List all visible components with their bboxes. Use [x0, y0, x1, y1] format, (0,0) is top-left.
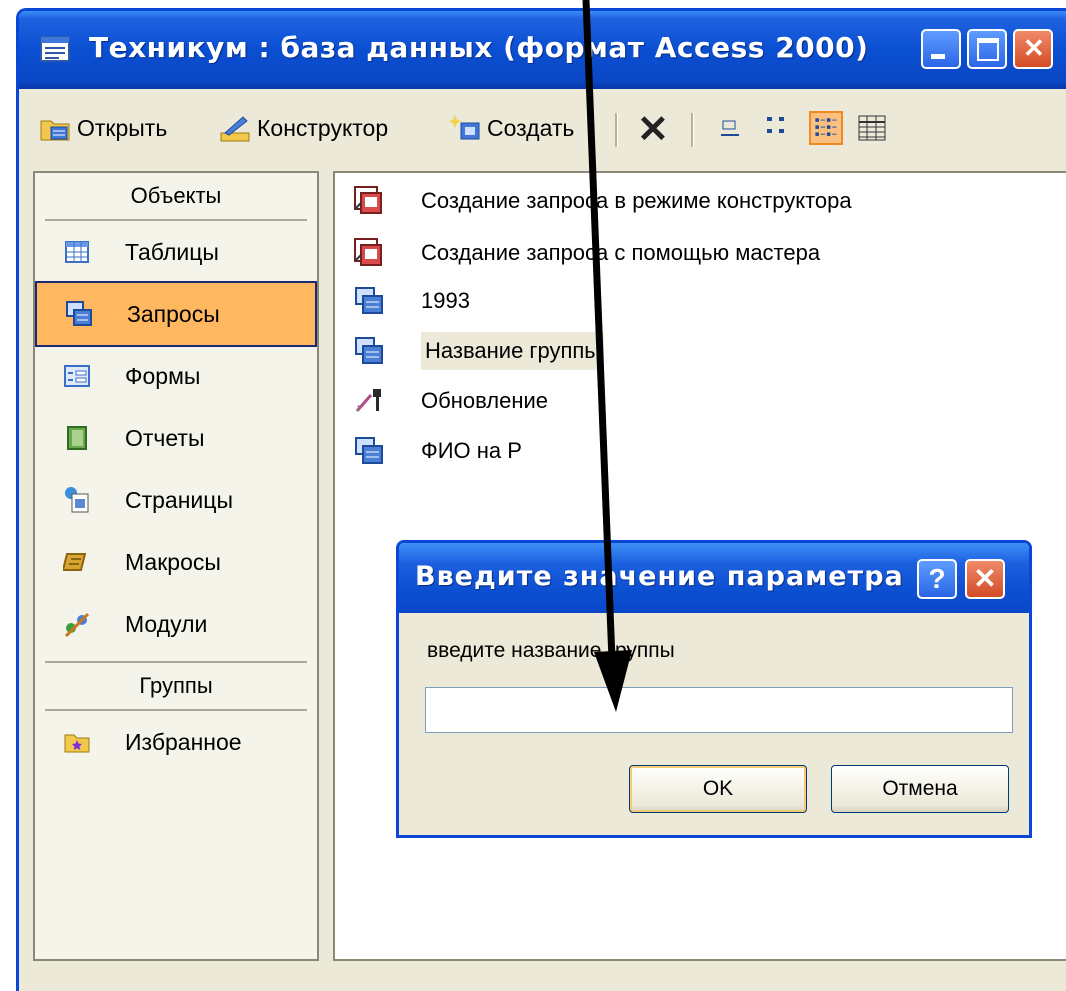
list-view-icon[interactable]	[809, 111, 843, 145]
favorites-folder-icon	[64, 734, 90, 753]
minimize-button[interactable]	[921, 29, 961, 69]
macro-icon	[63, 553, 87, 571]
design-button[interactable]: Конструктор	[219, 113, 388, 143]
toolbar-separator	[691, 113, 694, 147]
sidebar-item-queries[interactable]: Запросы	[35, 281, 317, 347]
maximize-button[interactable]	[967, 29, 1007, 69]
query-icon	[66, 301, 92, 326]
sidebar-item-label: Запросы	[127, 300, 220, 327]
list-item-create-wizard[interactable]: Создание запроса с помощью мастера	[353, 229, 820, 277]
sidebar-item-label: Отчеты	[125, 424, 205, 451]
sidebar-item-label: Избранное	[125, 728, 242, 755]
select-query-icon	[355, 437, 383, 464]
form-icon	[64, 365, 90, 387]
close-window-button[interactable]	[1013, 29, 1053, 69]
dialog-titlebar[interactable]: Введите значение параметра ? ✕	[399, 543, 1029, 613]
dialog-close-button[interactable]: ✕	[965, 559, 1005, 599]
parameter-prompt: введите название группы	[427, 639, 675, 662]
sidebar-item-label: Макросы	[125, 548, 221, 575]
wizard-shortcut-icon	[354, 186, 382, 214]
page-icon	[65, 487, 89, 513]
sidebar-item-macros[interactable]: Макросы	[35, 531, 317, 593]
table-icon	[65, 241, 89, 263]
objects-bar: Объекты Таблицы Запросы Формы Отчеты Стр…	[33, 171, 319, 961]
window-titlebar[interactable]: Техникум : база данных (формат Access 20…	[19, 11, 1066, 89]
design-icon	[220, 116, 250, 142]
create-label: Создать	[487, 114, 575, 141]
list-item-label: ФИО на Р	[421, 438, 522, 463]
select-query-icon	[355, 337, 383, 364]
small-icons-view-icon[interactable]	[761, 111, 795, 145]
report-icon	[67, 426, 87, 450]
parameter-input[interactable]	[425, 687, 1013, 733]
objects-header[interactable]: Объекты	[45, 173, 307, 221]
open-button[interactable]: Открыть	[39, 113, 167, 143]
cancel-button[interactable]: Отмена	[831, 765, 1009, 813]
create-button[interactable]: Создать	[449, 113, 574, 143]
list-item-label: Название группы	[421, 332, 605, 370]
sidebar-item-label: Модули	[125, 610, 208, 637]
sidebar-item-label: Страницы	[125, 486, 233, 513]
parameter-dialog: Введите значение параметра ? ✕ введите н…	[396, 540, 1032, 838]
window-title: Техникум : база данных (формат Access 20…	[89, 31, 869, 64]
sidebar-item-modules[interactable]: Модули	[35, 593, 317, 655]
database-window-icon	[40, 36, 70, 62]
toolbar-separator	[615, 113, 618, 147]
details-view-icon[interactable]	[855, 111, 889, 145]
dialog-title: Введите значение параметра	[415, 561, 904, 592]
open-icon	[40, 120, 70, 141]
list-item-query-update[interactable]: Обновление	[353, 377, 548, 425]
list-item-label: Создание запроса в режиме конструктора	[421, 188, 852, 213]
large-icons-view-icon[interactable]	[713, 111, 747, 145]
sidebar-item-label: Таблицы	[125, 238, 219, 265]
database-window: Техникум : база данных (формат Access 20…	[16, 8, 1066, 991]
sidebar-item-reports[interactable]: Отчеты	[35, 407, 317, 469]
list-item-query-group-name[interactable]: Название группы	[353, 327, 605, 375]
list-item-label: 1993	[421, 288, 470, 313]
ok-button[interactable]: OK	[629, 765, 807, 813]
help-button[interactable]: ?	[917, 559, 957, 599]
delete-x-icon[interactable]: ✕	[637, 107, 669, 152]
update-query-icon	[355, 389, 381, 412]
design-label: Конструктор	[257, 114, 389, 141]
create-icon	[449, 115, 480, 140]
list-item-label: Обновление	[421, 388, 549, 413]
list-item-create-design[interactable]: Создание запроса в режиме конструктора	[353, 177, 852, 225]
sidebar-item-pages[interactable]: Страницы	[35, 469, 317, 531]
database-toolbar: Открыть Конструктор Создать ✕	[19, 93, 1066, 165]
sidebar-item-tables[interactable]: Таблицы	[35, 221, 317, 283]
sidebar-item-label: Формы	[125, 362, 201, 389]
groups-header[interactable]: Группы	[45, 661, 307, 711]
list-item-query-fio[interactable]: ФИО на Р	[353, 427, 522, 475]
list-item-label: Создание запроса с помощью мастера	[421, 240, 821, 265]
module-icon	[64, 612, 90, 638]
list-item-query-1993[interactable]: 1993	[353, 277, 470, 325]
wizard-shortcut-icon	[354, 238, 382, 266]
sidebar-item-favorites[interactable]: Избранное	[35, 711, 317, 773]
sidebar-item-forms[interactable]: Формы	[35, 345, 317, 407]
open-label: Открыть	[77, 114, 168, 141]
select-query-icon	[355, 287, 383, 314]
